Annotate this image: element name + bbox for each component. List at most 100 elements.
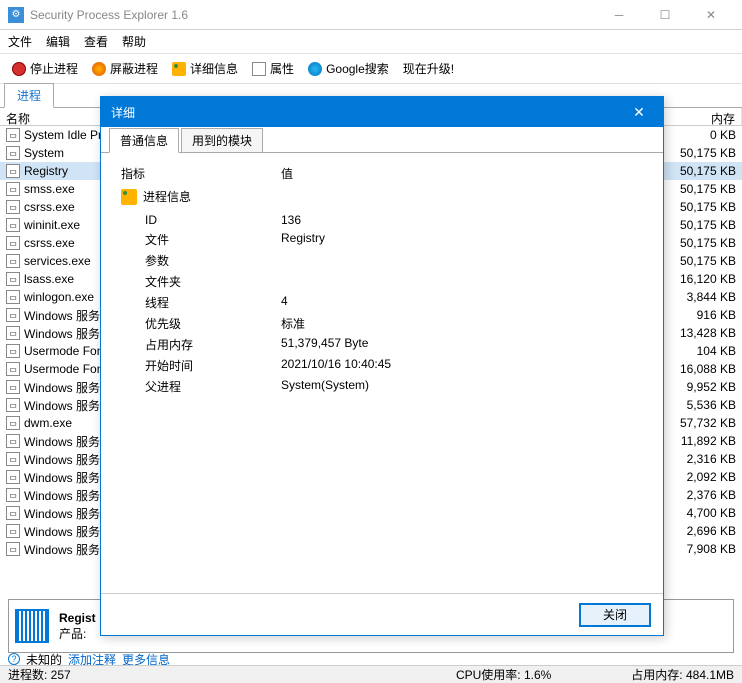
row-memory: 16,088 KB (680, 362, 736, 376)
app-icon: ⚙ (8, 7, 24, 23)
menu-help[interactable]: 帮助 (122, 33, 146, 50)
detail-value: 标准 (281, 315, 305, 332)
detail-title: Regist (59, 611, 96, 625)
row-memory: 16,120 KB (680, 272, 736, 286)
row-memory: 9,952 KB (687, 380, 736, 394)
row-memory: 50,175 KB (680, 236, 736, 250)
menu-view[interactable]: 查看 (84, 33, 108, 50)
row-icon: ▭ (6, 326, 20, 340)
row-icon: ▭ (6, 524, 20, 538)
tab-process[interactable]: 进程 (4, 83, 54, 108)
row-icon: ▭ (6, 308, 20, 322)
stop-process-button[interactable]: 停止进程 (8, 58, 82, 79)
header-value: 值 (281, 165, 293, 182)
row-icon: ▭ (6, 254, 20, 268)
detail-value: 2021/10/16 10:40:45 (281, 357, 391, 374)
dialog-close-ok-button[interactable]: 关闭 (579, 603, 651, 627)
row-icon: ▭ (6, 182, 20, 196)
row-memory: 50,175 KB (680, 182, 736, 196)
row-memory: 13,428 KB (680, 326, 736, 340)
tab-modules[interactable]: 用到的模块 (181, 128, 263, 152)
row-icon: ▭ (6, 272, 20, 286)
row-icon: ▭ (6, 380, 20, 394)
row-icon: ▭ (6, 542, 20, 556)
detail-key: 文件 (145, 231, 281, 248)
titlebar: ⚙ Security Process Explorer 1.6 ─ ☐ ✕ (0, 0, 742, 30)
row-icon: ▭ (6, 164, 20, 178)
row-memory: 2,376 KB (687, 488, 736, 502)
row-memory: 50,175 KB (680, 254, 736, 268)
dialog-body: 指标 值 进程信息 ID136文件Registry参数文件夹线程4优先级标准占用… (101, 153, 663, 593)
menubar: 文件 编辑 查看 帮助 (0, 30, 742, 54)
detail-row: 线程4 (121, 292, 643, 313)
help-icon: ? (8, 653, 20, 665)
row-icon: ▭ (6, 344, 20, 358)
doc-icon (252, 62, 266, 76)
detail-key: 参数 (145, 252, 281, 269)
row-icon: ▭ (6, 488, 20, 502)
menu-file[interactable]: 文件 (8, 33, 32, 50)
status-memory: 占用内存: 484.1MB (631, 666, 734, 683)
process-icon (15, 609, 49, 643)
detail-value: 51,379,457 Byte (281, 336, 368, 353)
detail-key: 优先级 (145, 315, 281, 332)
row-icon: ▭ (6, 506, 20, 520)
app-title: Security Process Explorer 1.6 (30, 8, 596, 22)
row-memory: 50,175 KB (680, 218, 736, 232)
row-icon: ▭ (6, 452, 20, 466)
row-memory: 57,732 KB (680, 416, 736, 430)
block-process-button[interactable]: 屏蔽进程 (88, 58, 162, 79)
section-title: 进程信息 (143, 188, 191, 205)
detail-key: 占用内存 (145, 336, 281, 353)
row-memory: 7,908 KB (687, 542, 736, 556)
row-icon: ▭ (6, 200, 20, 214)
links-bar: ? 未知的 添加注释 更多信息 (8, 653, 734, 665)
detail-key: 线程 (145, 294, 281, 311)
row-memory: 50,175 KB (680, 146, 736, 160)
detail-value: System(System) (281, 378, 369, 395)
dialog-titlebar[interactable]: 详细 ✕ (101, 97, 663, 127)
block-icon (92, 62, 106, 76)
dialog-footer: 关闭 (101, 593, 663, 635)
detail-row: 开始时间2021/10/16 10:40:45 (121, 355, 643, 376)
maximize-button[interactable]: ☐ (642, 0, 688, 30)
detail-key: 文件夹 (145, 273, 281, 290)
properties-button[interactable]: 属性 (248, 58, 298, 79)
row-memory: 3,844 KB (687, 290, 736, 304)
close-button[interactable]: ✕ (688, 0, 734, 30)
bug-icon (172, 62, 186, 76)
row-icon: ▭ (6, 416, 20, 430)
row-memory: 50,175 KB (680, 200, 736, 214)
statusbar: 进程数: 257 CPU使用率: 1.6% 占用内存: 484.1MB (0, 665, 742, 683)
detail-button[interactable]: 详细信息 (168, 58, 242, 79)
row-memory: 2,696 KB (687, 524, 736, 538)
google-search-button[interactable]: Google搜索 (304, 58, 393, 79)
status-cpu: CPU使用率: 1.6% (456, 666, 551, 683)
detail-value: 4 (281, 294, 288, 311)
upgrade-button[interactable]: 现在升级! (399, 58, 458, 79)
dialog-close-button[interactable]: ✕ (625, 98, 653, 126)
tab-general[interactable]: 普通信息 (109, 128, 179, 153)
row-icon: ▭ (6, 236, 20, 250)
detail-dialog: 详细 ✕ 普通信息 用到的模块 指标 值 进程信息 ID136文件Registr… (100, 96, 664, 636)
row-icon: ▭ (6, 146, 20, 160)
detail-product-label: 产品: (59, 627, 86, 641)
section-icon (121, 189, 137, 205)
row-memory: 916 KB (697, 308, 736, 322)
detail-value: 136 (281, 213, 301, 227)
dialog-title: 详细 (111, 104, 625, 121)
row-memory: 104 KB (697, 344, 736, 358)
status-process-count: 进程数: 257 (8, 666, 71, 683)
menu-edit[interactable]: 编辑 (46, 33, 70, 50)
minimize-button[interactable]: ─ (596, 0, 642, 30)
row-icon: ▭ (6, 290, 20, 304)
detail-row: 文件Registry (121, 229, 643, 250)
row-memory: 50,175 KB (680, 164, 736, 178)
row-icon: ▭ (6, 398, 20, 412)
row-icon: ▭ (6, 434, 20, 448)
row-memory: 4,700 KB (687, 506, 736, 520)
row-icon: ▭ (6, 362, 20, 376)
detail-key: 开始时间 (145, 357, 281, 374)
row-icon: ▭ (6, 470, 20, 484)
row-memory: 2,316 KB (687, 452, 736, 466)
